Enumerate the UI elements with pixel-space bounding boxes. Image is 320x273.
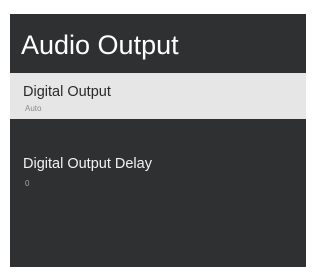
menu-item-label: Digital Output — [23, 84, 111, 100]
page-title: Audio Output — [21, 30, 179, 60]
menu-item-value: Auto — [25, 104, 42, 113]
menu-item-value: 0 — [25, 179, 30, 188]
audio-output-panel: Audio Output Digital Output Auto Digital… — [10, 14, 306, 267]
menu-item-digital-output-delay[interactable]: Digital Output Delay 0 — [10, 152, 306, 198]
menu-item-label: Digital Output Delay — [23, 156, 152, 172]
menu-item-digital-output[interactable]: Digital Output Auto — [10, 73, 306, 119]
